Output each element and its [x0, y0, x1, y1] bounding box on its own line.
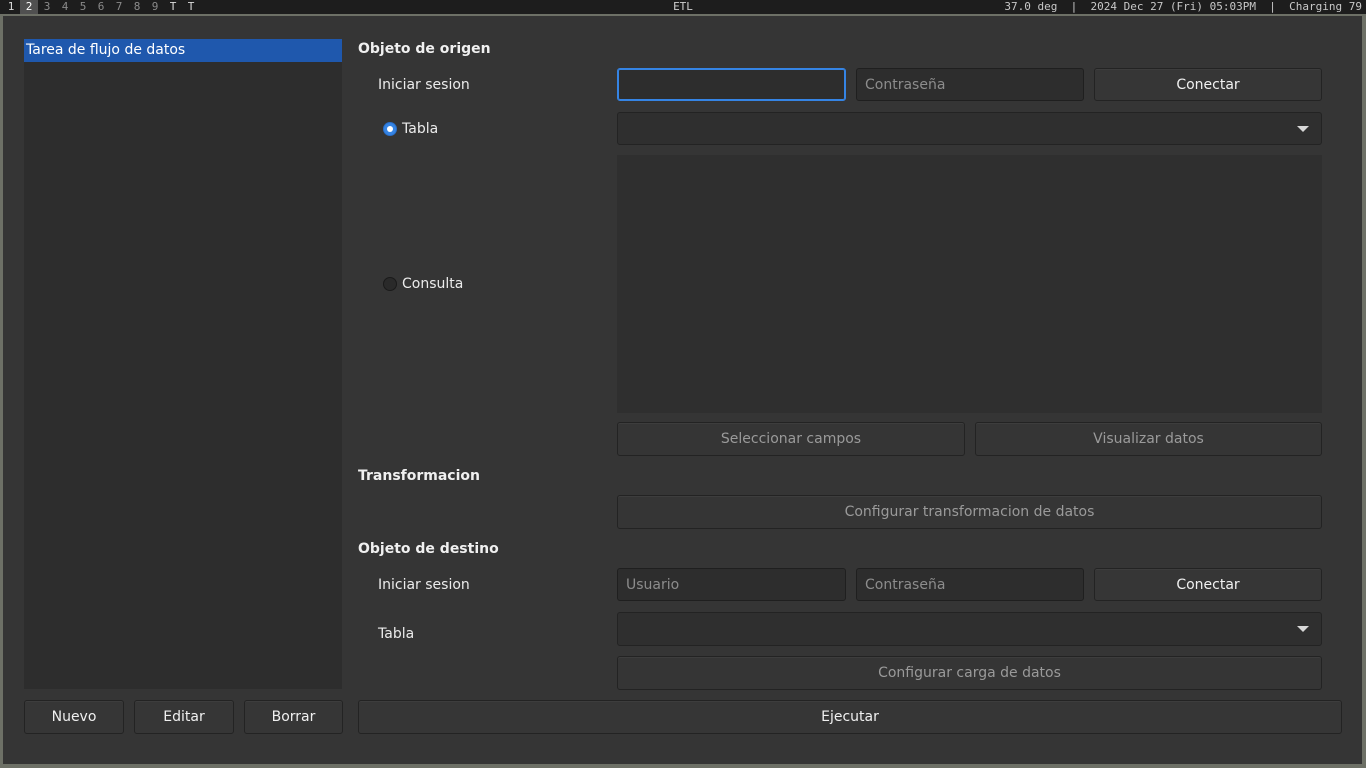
delete-task-button[interactable]: Borrar — [244, 700, 343, 734]
chevron-down-icon — [1297, 126, 1309, 132]
table-radio-label[interactable]: Tabla — [402, 121, 438, 137]
query-radio-label[interactable]: Consulta — [402, 276, 463, 292]
table-radio[interactable] — [383, 122, 397, 136]
configure-transform-button[interactable]: Configurar transformacion de datos — [617, 495, 1322, 529]
select-fields-button[interactable]: Seleccionar campos — [617, 422, 965, 456]
destination-table-label: Tabla — [378, 626, 415, 642]
etl-window: Tarea de flujo de datos Objeto de origen… — [3, 16, 1362, 764]
source-password-input[interactable] — [856, 68, 1084, 101]
new-task-button[interactable]: Nuevo — [24, 700, 124, 734]
edit-task-button[interactable]: Editar — [134, 700, 234, 734]
query-text-area[interactable] — [617, 155, 1322, 413]
destination-table-combobox[interactable] — [617, 612, 1322, 646]
system-status-bar: 1 2 3 4 5 6 7 8 9 T T ETL 37.0 deg | 202… — [0, 0, 1366, 14]
query-radio[interactable] — [383, 277, 397, 291]
source-connect-button[interactable]: Conectar — [1094, 68, 1322, 101]
destination-section-title: Objeto de destino — [358, 541, 499, 557]
destination-password-input[interactable] — [856, 568, 1084, 601]
source-table-combobox[interactable] — [617, 112, 1322, 145]
view-data-button[interactable]: Visualizar datos — [975, 422, 1322, 456]
source-section-title: Objeto de origen — [358, 41, 491, 57]
task-list[interactable]: Tarea de flujo de datos — [24, 39, 342, 689]
system-info: 37.0 deg | 2024 Dec 27 (Fri) 05:03PM | C… — [1004, 0, 1362, 13]
destination-user-input[interactable] — [617, 568, 846, 601]
transform-section-title: Transformacion — [358, 468, 480, 484]
source-login-label: Iniciar sesion — [378, 77, 470, 93]
task-item-selected[interactable]: Tarea de flujo de datos — [24, 39, 342, 62]
destination-connect-button[interactable]: Conectar — [1094, 568, 1322, 601]
destination-login-label: Iniciar sesion — [378, 577, 470, 593]
source-user-input[interactable] — [617, 68, 846, 101]
configure-load-button[interactable]: Configurar carga de datos — [617, 656, 1322, 690]
run-button[interactable]: Ejecutar — [358, 700, 1342, 734]
chevron-down-icon — [1297, 626, 1309, 632]
